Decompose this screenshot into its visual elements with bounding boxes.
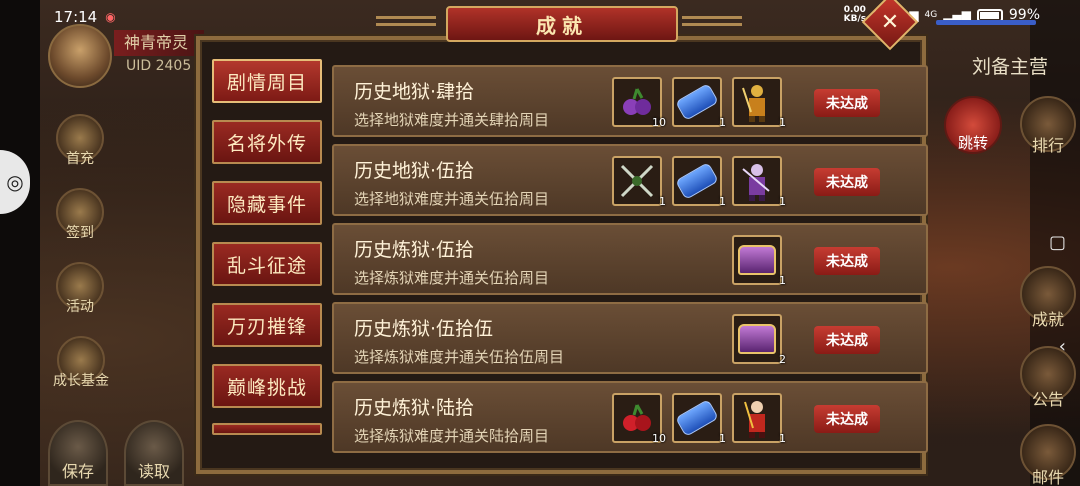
achievement-row: 历史炼狱·伍拾伍 选择炼狱难度并通关伍拾伍周目 2 未达成: [332, 302, 928, 374]
reward-slot[interactable]: 1: [732, 77, 786, 129]
mail-button[interactable]: 邮件: [1018, 424, 1078, 486]
title-ornament-right: [682, 16, 742, 26]
reward-qty: 1: [779, 195, 786, 208]
reward-qty: 2: [779, 353, 786, 366]
left-system-edge: [0, 0, 40, 486]
achievement-row: 历史炼狱·陆拾 选择炼狱难度并通关陆拾周目 10 1 1 未达成: [332, 381, 928, 453]
dialog-title: 成就: [446, 6, 678, 42]
tab-story-cycles[interactable]: 剧情周目: [212, 59, 322, 103]
blue-scroll-icon: [675, 398, 719, 438]
reward-qty: 1: [779, 116, 786, 129]
achievement-desc: 选择炼狱难度并通关陆拾周目: [354, 427, 550, 445]
reward-slot[interactable]: 1: [732, 393, 786, 445]
player-avatar[interactable]: [48, 24, 112, 88]
reward-slot[interactable]: 1: [672, 156, 726, 208]
red-fruit-icon: [618, 399, 656, 437]
reward-qty: 10: [652, 116, 666, 129]
achievement-row: 历史地狱·肆拾 选择地狱难度并通关肆拾周目 10 1 1 未达成: [332, 65, 928, 137]
red-warrior-icon: [738, 399, 776, 438]
blue-scroll-icon: [675, 82, 719, 122]
reward-qty: 1: [779, 274, 786, 287]
reward-slot[interactable]: 10: [612, 77, 666, 129]
purple-warrior-icon: [738, 162, 776, 201]
tab-blade-assault[interactable]: 万刃摧锋: [212, 303, 322, 347]
tab-peak-challenge[interactable]: 巅峰挑战: [212, 364, 322, 408]
first-recharge-button[interactable]: 首充: [52, 114, 108, 168]
tab-brawl-journey[interactable]: 乱斗征途: [212, 242, 322, 286]
status-badge: 未达成: [814, 326, 880, 354]
status-badge: 未达成: [814, 168, 880, 196]
home-icon[interactable]: ▢: [1049, 232, 1066, 253]
tab-hidden-events[interactable]: 隐藏事件: [212, 181, 322, 225]
reward-slot[interactable]: 1: [672, 393, 726, 445]
camp-label: 刘备主营: [972, 56, 1049, 78]
player-name: 神青帝灵: [114, 30, 204, 56]
player-uid: UID 2405: [126, 58, 192, 74]
notice-button[interactable]: 公告: [1018, 346, 1078, 410]
exp-bar: [936, 20, 1036, 25]
reward-slot[interactable]: 1: [732, 156, 786, 208]
ranking-button[interactable]: 排行: [1018, 96, 1078, 156]
notification-icon: ◉: [105, 10, 116, 24]
blue-scroll-icon: [675, 161, 719, 201]
growth-fund-button[interactable]: 成长基金: [46, 336, 116, 390]
reward-qty: 1: [719, 432, 726, 445]
reward-qty: 10: [652, 432, 666, 445]
drawer-icon: ◎: [6, 170, 24, 194]
reward-slot[interactable]: 1: [732, 235, 786, 287]
activity-button[interactable]: 活动: [52, 262, 108, 316]
reward-qty: 1: [779, 432, 786, 445]
save-button[interactable]: 保存: [48, 420, 108, 486]
title-ornament-left: [376, 16, 436, 26]
purple-chest-icon: [738, 320, 776, 358]
achievement-desc: 选择炼狱难度并通关伍拾伍周目: [354, 348, 565, 366]
tab-partial[interactable]: [212, 423, 322, 435]
tab-general-tales[interactable]: 名将外传: [212, 120, 322, 164]
status-badge: 未达成: [814, 405, 880, 433]
crossed-swords-icon: [618, 162, 656, 200]
achievement-button[interactable]: 成就: [1018, 266, 1078, 330]
achievement-title: 历史炼狱·伍拾: [354, 239, 475, 261]
status-badge: 未达成: [814, 89, 880, 117]
achievement-desc: 选择地狱难度并通关肆拾周目: [354, 111, 550, 129]
purple-chest-icon: [738, 241, 776, 279]
reward-qty: 1: [659, 195, 666, 208]
golden-warrior-icon: [738, 83, 776, 122]
achievement-title: 历史炼狱·伍拾伍: [354, 318, 494, 340]
load-button[interactable]: 读取: [124, 420, 184, 486]
reward-qty: 1: [719, 195, 726, 208]
achievement-title: 历史炼狱·陆拾: [354, 397, 475, 419]
achievement-title: 历史地狱·肆拾: [354, 81, 475, 103]
achievement-title: 历史地狱·伍拾: [354, 160, 475, 182]
achievement-desc: 选择地狱难度并通关伍拾周目: [354, 190, 550, 208]
status-badge: 未达成: [814, 247, 880, 275]
reward-slot[interactable]: 2: [732, 314, 786, 366]
reward-slot[interactable]: 1: [612, 156, 666, 208]
reward-qty: 1: [719, 116, 726, 129]
close-icon: ✕: [880, 9, 900, 35]
achievement-row: 历史炼狱·伍拾 选择炼狱难度并通关伍拾周目 1 未达成: [332, 223, 928, 295]
sign-in-button[interactable]: 签到: [52, 188, 108, 242]
achievement-desc: 选择炼狱难度并通关伍拾周目: [354, 269, 550, 287]
achievement-row: 历史地狱·伍拾 选择地狱难度并通关伍拾周目 1 1 1 未达成: [332, 144, 928, 216]
purple-fruit-icon: [618, 83, 656, 121]
reward-slot[interactable]: 10: [612, 393, 666, 445]
reward-slot[interactable]: 1: [672, 77, 726, 129]
jump-button[interactable]: 跳转: [944, 96, 1002, 154]
signal-2: 4G: [924, 10, 938, 20]
